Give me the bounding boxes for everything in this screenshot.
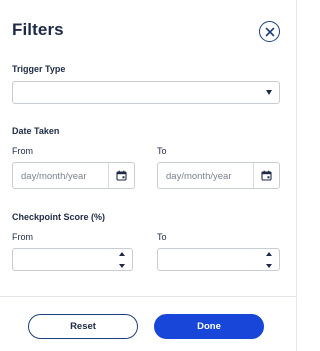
checkpoint-score-label: Checkpoint Score (%) xyxy=(12,212,106,222)
close-button[interactable] xyxy=(259,21,280,42)
date-to-picker-button[interactable] xyxy=(253,163,279,188)
stepper-up-icon[interactable] xyxy=(119,252,125,256)
date-from-input[interactable]: day/month/year xyxy=(12,162,135,189)
caret-down-icon xyxy=(266,90,272,95)
stepper-up-icon[interactable] xyxy=(266,252,272,256)
panel-title: Filters xyxy=(12,20,64,39)
calendar-icon xyxy=(261,170,272,181)
reset-button[interactable]: Reset xyxy=(28,314,138,339)
date-to-placeholder: day/month/year xyxy=(166,171,232,182)
trigger-type-label: Trigger Type xyxy=(12,64,66,74)
score-to-input[interactable] xyxy=(157,248,280,271)
stepper-down-icon[interactable] xyxy=(266,264,272,268)
date-to-input[interactable]: day/month/year xyxy=(157,162,280,189)
score-from-stepper[interactable] xyxy=(118,252,126,268)
score-from-input[interactable] xyxy=(12,248,133,271)
date-from-picker-button[interactable] xyxy=(108,163,134,188)
footer-divider xyxy=(0,296,297,297)
date-from-placeholder: day/month/year xyxy=(21,171,87,182)
stepper-down-icon[interactable] xyxy=(119,264,125,268)
filters-panel: Filters Trigger Type Date Taken From To … xyxy=(0,0,297,351)
score-from-label: From xyxy=(12,232,33,242)
score-to-stepper[interactable] xyxy=(265,252,273,268)
score-to-label: To xyxy=(157,232,167,242)
calendar-icon xyxy=(116,170,127,181)
close-icon xyxy=(265,27,274,36)
date-from-label: From xyxy=(12,146,33,156)
date-to-label: To xyxy=(157,146,167,156)
trigger-type-select[interactable] xyxy=(12,81,280,104)
done-button[interactable]: Done xyxy=(154,314,264,339)
date-taken-label: Date Taken xyxy=(12,126,60,136)
